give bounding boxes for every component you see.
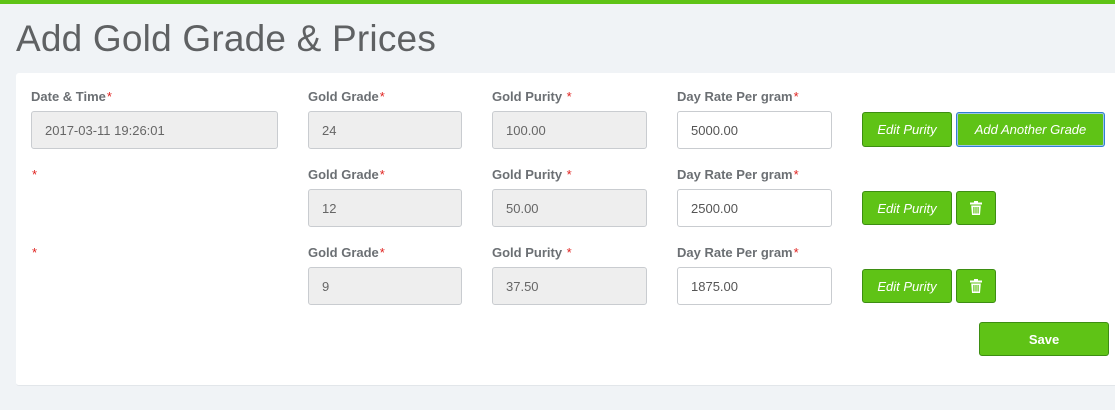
day-rate-label: Day Rate Per gram*	[677, 167, 799, 182]
day-rate-label: Day Rate Per gram*	[677, 89, 799, 104]
day-rate-field[interactable]	[677, 111, 832, 149]
gold-grade-field[interactable]	[308, 189, 462, 227]
date-time-field[interactable]	[31, 111, 278, 149]
required-mark: *	[566, 89, 572, 104]
gold-grade-label: Gold Grade*	[308, 89, 385, 104]
day-rate-field[interactable]	[677, 267, 832, 305]
required-mark: *	[793, 89, 799, 104]
day-rate-label: Day Rate Per gram*	[677, 245, 799, 260]
form-panel: Date & Time* Gold Grade* Gold Purity * D…	[16, 73, 1115, 386]
gold-grade-label: Gold Grade*	[308, 245, 385, 260]
row-2-required-mark: *	[32, 167, 38, 182]
gold-grade-field[interactable]	[308, 111, 462, 149]
date-time-label: Date & Time*	[31, 89, 112, 104]
gold-purity-field[interactable]	[492, 189, 647, 227]
edit-purity-button[interactable]: Edit Purity	[862, 191, 952, 225]
delete-row-button[interactable]	[956, 269, 996, 303]
required-mark: *	[566, 245, 572, 260]
gold-grade-field[interactable]	[308, 267, 462, 305]
trash-icon	[970, 279, 982, 293]
row-3-required-mark: *	[32, 245, 38, 260]
required-mark: *	[106, 89, 112, 104]
gold-purity-label: Gold Purity *	[492, 167, 572, 182]
required-mark: *	[793, 245, 799, 260]
required-mark: *	[793, 167, 799, 182]
trash-icon	[970, 201, 982, 215]
page-title: Add Gold Grade & Prices	[16, 18, 437, 59]
delete-row-button[interactable]	[956, 191, 996, 225]
gold-grade-label: Gold Grade*	[308, 167, 385, 182]
required-mark: *	[379, 167, 385, 182]
edit-purity-button[interactable]: Edit Purity	[862, 269, 952, 303]
save-button[interactable]: Save	[979, 322, 1109, 356]
top-accent-bar	[0, 0, 1115, 4]
add-another-grade-button[interactable]: Add Another Grade	[956, 112, 1105, 147]
gold-purity-field[interactable]	[492, 111, 647, 149]
gold-purity-label: Gold Purity *	[492, 245, 572, 260]
required-mark: *	[566, 167, 572, 182]
gold-purity-label: Gold Purity *	[492, 89, 572, 104]
required-mark: *	[379, 245, 385, 260]
required-mark: *	[379, 89, 385, 104]
edit-purity-button[interactable]: Edit Purity	[862, 112, 952, 147]
gold-purity-field[interactable]	[492, 267, 647, 305]
day-rate-field[interactable]	[677, 189, 832, 227]
